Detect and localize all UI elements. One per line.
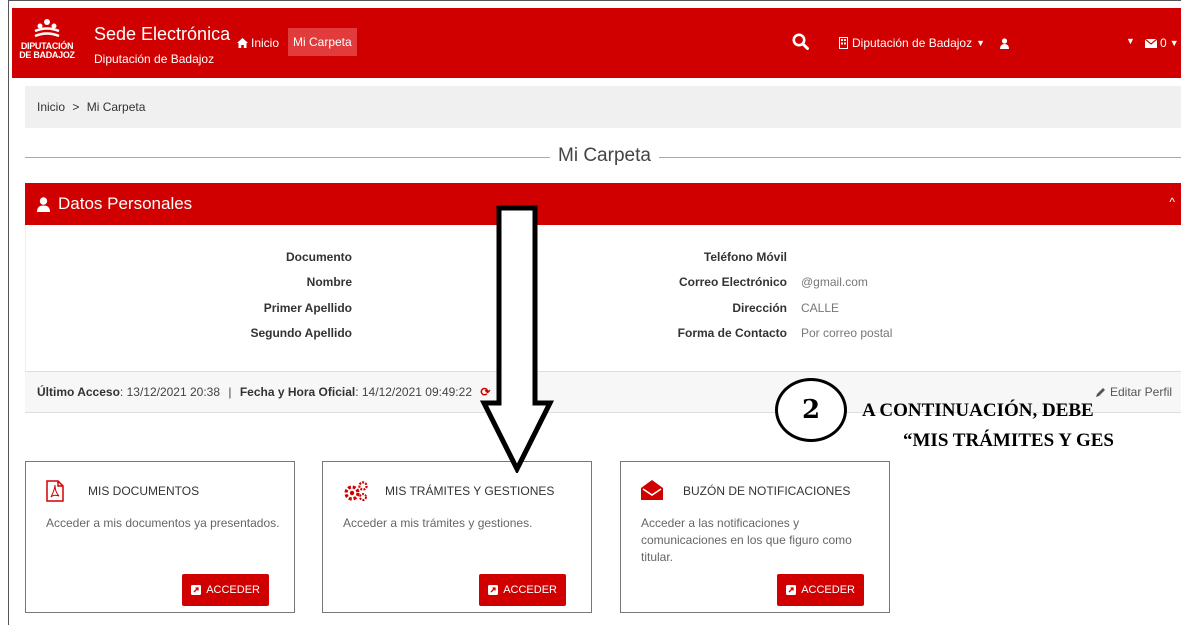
field-label: Correo Electrónico xyxy=(678,275,787,289)
card-description: Acceder a mis trámites y gestiones. xyxy=(343,516,533,530)
card-mis-documentos: MIS DOCUMENTOS Acceder a mis documentos … xyxy=(25,461,295,613)
chevron-up-icon[interactable]: ^ xyxy=(1169,195,1175,209)
card-mis-tramites: MIS TRÁMITES Y GESTIONES Acceder a mis t… xyxy=(322,461,592,613)
card-description: Acceder a las notificaciones y comunicac… xyxy=(641,516,852,564)
field-label: Forma de Contacto xyxy=(677,326,787,340)
field-forma-contacto: Forma de Contacto xyxy=(26,326,787,341)
last-access-value: : 13/12/2021 20:38 xyxy=(119,385,221,399)
button-label: ACCEDER xyxy=(206,584,260,596)
pdf-icon xyxy=(46,480,64,502)
step-number-badge: 2 xyxy=(775,378,847,442)
field-telefono-movil: Teléfono Móvil xyxy=(26,250,787,265)
correo-value: @gmail.com xyxy=(801,275,868,289)
breadcrumb-current: Mi Carpeta xyxy=(86,100,146,114)
breadcrumb-separator: > xyxy=(72,100,80,114)
envelope-icon xyxy=(1145,38,1157,48)
card-buzon-notificaciones: BUZÓN DE NOTIFICACIONES Acceder a las no… xyxy=(620,461,890,613)
card-title: MIS DOCUMENTOS xyxy=(88,484,200,498)
access-separator: | xyxy=(228,385,232,399)
chevron-down-icon: ▼ xyxy=(1169,38,1179,48)
button-label: ACCEDER xyxy=(801,584,855,596)
user-menu[interactable] xyxy=(1000,36,1009,54)
direccion-value: CALLE xyxy=(801,301,840,315)
top-header: DIPUTACIÓN DE BADAJOZ Sede Electrónica D… xyxy=(12,8,1181,78)
official-time-label: Fecha y Hora Oficial xyxy=(239,385,356,399)
acceder-documentos-button[interactable]: ACCEDER xyxy=(182,574,269,606)
datos-personales-title: Datos Personales xyxy=(58,194,193,213)
forma-contacto-value: Por correo postal xyxy=(801,326,893,340)
official-time-value: : 14/12/2021 09:49:22 xyxy=(355,385,472,399)
nav-inicio-label: Inicio xyxy=(251,36,280,50)
gears-icon xyxy=(344,481,368,501)
user-icon xyxy=(1000,38,1009,49)
acceder-tramites-button[interactable]: ACCEDER xyxy=(479,574,566,606)
button-label: ACCEDER xyxy=(503,584,557,596)
home-icon xyxy=(237,38,248,48)
page-title: Mi Carpeta xyxy=(550,145,659,167)
brand-subtitle: Diputación de Badajoz xyxy=(94,52,215,66)
organization-dropdown[interactable]: Diputación de Badajoz ▼ xyxy=(839,36,985,50)
datos-personales-header[interactable]: Datos Personales ^ xyxy=(25,183,1181,225)
breadcrumb: Inicio > Mi Carpeta xyxy=(25,86,1181,128)
arrow-down-annotation-icon xyxy=(480,205,555,473)
external-link-icon xyxy=(191,585,202,595)
user-icon xyxy=(37,196,50,212)
card-title: MIS TRÁMITES Y GESTIONES xyxy=(385,484,555,498)
card-description: Acceder a mis documentos ya presentados. xyxy=(46,516,280,530)
building-icon xyxy=(839,37,848,49)
search-icon xyxy=(792,33,809,50)
edit-profile-link[interactable]: Editar Perfil xyxy=(1096,385,1172,399)
breadcrumb-home[interactable]: Inicio xyxy=(37,100,65,114)
messages-count: 0 xyxy=(1160,36,1167,50)
annotation-line1: A CONTINUACIÓN, DEBE xyxy=(862,400,1094,421)
nav-mi-carpeta-link[interactable]: Mi Carpeta xyxy=(288,28,357,56)
pencil-icon xyxy=(1096,388,1105,397)
external-link-icon xyxy=(488,585,499,595)
last-access-label: Último Acceso xyxy=(37,385,120,399)
chevron-down-icon[interactable]: ▼ xyxy=(1126,36,1135,46)
chevron-down-icon: ▼ xyxy=(976,38,986,48)
datos-personales-body: Documento Nombre Primer Apellido Segundo… xyxy=(25,225,1181,371)
annotation-line2: “MIS TRÁMITES Y GES xyxy=(903,430,1114,451)
field-label: Teléfono Móvil xyxy=(703,250,787,264)
logo-emblem-icon xyxy=(34,19,60,38)
field-label: Dirección xyxy=(732,301,787,315)
edit-profile-label: Editar Perfil xyxy=(1110,385,1173,399)
logo-line2: DE BADAJOZ xyxy=(19,50,75,60)
acceder-notificaciones-button[interactable]: ACCEDER xyxy=(777,574,864,606)
field-direccion: Dirección xyxy=(26,301,787,316)
brand-title[interactable]: Sede Electrónica xyxy=(94,24,230,45)
diputacion-logo[interactable]: DIPUTACIÓN DE BADAJOZ xyxy=(17,18,77,73)
card-title: BUZÓN DE NOTIFICACIONES xyxy=(683,484,851,498)
search-button[interactable] xyxy=(792,33,809,55)
external-link-icon xyxy=(786,585,797,595)
nav-inicio-link[interactable]: Inicio xyxy=(237,36,279,50)
open-envelope-icon xyxy=(641,480,663,500)
organization-label: Diputación de Badajoz xyxy=(852,36,973,50)
messages-button[interactable]: 0 ▼ xyxy=(1145,36,1179,50)
field-correo-electronico: Correo Electrónico xyxy=(26,275,787,290)
